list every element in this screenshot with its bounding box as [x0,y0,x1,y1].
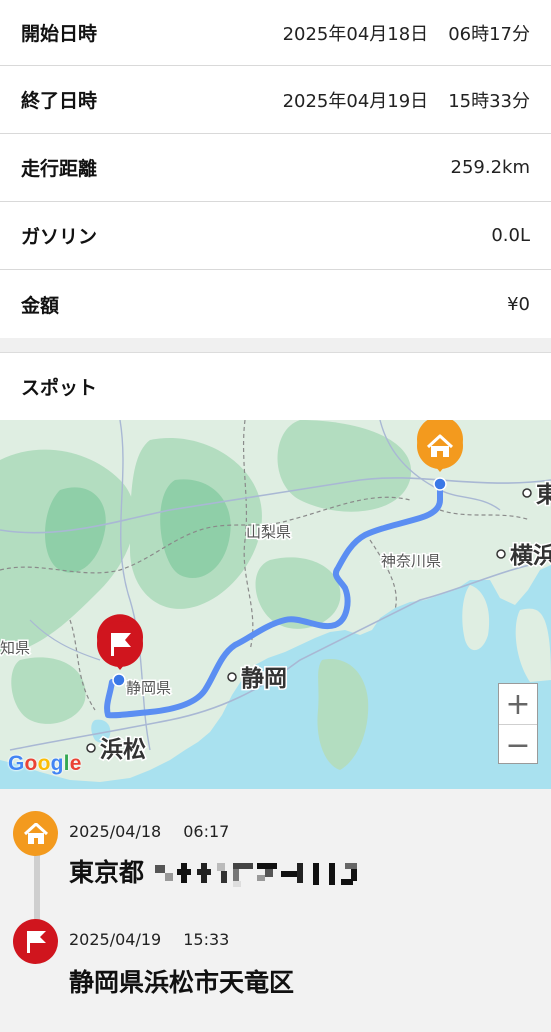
gasoline-label: ガソリン [21,226,98,248]
google-logo: Google [8,752,82,775]
start-date: 2025年04月18日 [282,23,429,45]
end-datetime-value: 2025年04月19日 15時33分 [283,87,530,113]
gasoline-row: ガソリン 0.0L [0,202,551,270]
distance-value: 259.2km [450,157,531,178]
amount-label: 金額 [21,294,60,317]
flag-icon [13,919,58,964]
start-time: 06時17分 [448,23,530,45]
start-datetime-label: 開始日時 [21,23,98,45]
spot-section-header: スポット [0,353,551,420]
zoom-in-button[interactable]: + [499,684,537,725]
map-canvas: 山梨県 神奈川県 静岡県 知県 静岡 浜松 横浜 東 [0,420,551,782]
timeline-end-address: 静岡県浜松市天竜区 [69,968,295,997]
distance-label: 走行距離 [21,158,98,180]
map-label-aichi: 知県 [0,639,30,657]
map-label-yokohama: 横浜 [510,543,551,569]
section-divider [0,338,551,353]
timeline-start-time: 06:17 [183,822,230,841]
zoom-out-button[interactable]: − [499,725,537,765]
tokyo-city-dot [522,488,532,498]
gasoline-value: 0.0L [491,225,530,246]
home-icon [13,811,58,856]
timeline-start-address: 東京都 [69,853,383,891]
miura-peninsula [462,585,490,651]
route-end-point [112,673,126,687]
map-label-kanagawa: 神奈川県 [381,552,441,570]
timeline-start-datetime: 2025/04/18 06:17 [69,822,229,841]
start-datetime-row: 開始日時 2025年04月18日 06時17分 [0,0,551,66]
distance-row: 走行距離 259.2km [0,134,551,202]
end-date: 2025年04月19日 [282,90,429,112]
trip-info-panel: 開始日時 2025年04月18日 06時17分 終了日時 2025年04月19日 1… [0,0,551,338]
spot-timeline: 2025/04/18 06:17 東京都 2025/04/19 15:33 静岡… [0,789,551,1032]
map-label-tokyo: 東 [536,482,551,508]
start-datetime-value: 2025年04月18日 06時17分 [283,20,530,46]
timeline-start-date: 2025/04/18 [69,822,162,841]
shizuoka-city-dot [227,672,237,682]
timeline-end-date: 2025/04/19 [69,930,162,949]
hamamatsu-city-dot [86,743,96,753]
route-start-point [433,477,447,491]
redacted-address-mosaic [154,863,357,887]
amount-row: 金額 ¥0 [0,270,551,338]
map-label-shizuoka-city: 静岡 [241,665,287,692]
end-datetime-label: 終了日時 [21,90,98,112]
route-map[interactable]: 山梨県 神奈川県 静岡県 知県 静岡 浜松 横浜 東 + − Google [0,420,551,789]
boso-peninsula [515,608,551,682]
yokohama-city-dot [496,549,506,559]
spot-title: スポット [21,377,98,399]
end-time: 15時33分 [448,90,530,112]
timeline-end-datetime: 2025/04/19 15:33 [69,930,229,949]
zoom-control: + − [498,683,538,764]
end-datetime-row: 終了日時 2025年04月19日 15時33分 [0,66,551,134]
map-label-yamanashi: 山梨県 [246,523,291,541]
izu-peninsula [317,659,369,770]
amount-value: ¥0 [507,293,530,315]
timeline-start-address-text: 東京都 [69,858,145,887]
map-label-hamamatsu: 浜松 [100,737,146,763]
map-label-shizuoka-pref: 静岡県 [126,679,171,697]
timeline-end-time: 15:33 [183,930,230,949]
